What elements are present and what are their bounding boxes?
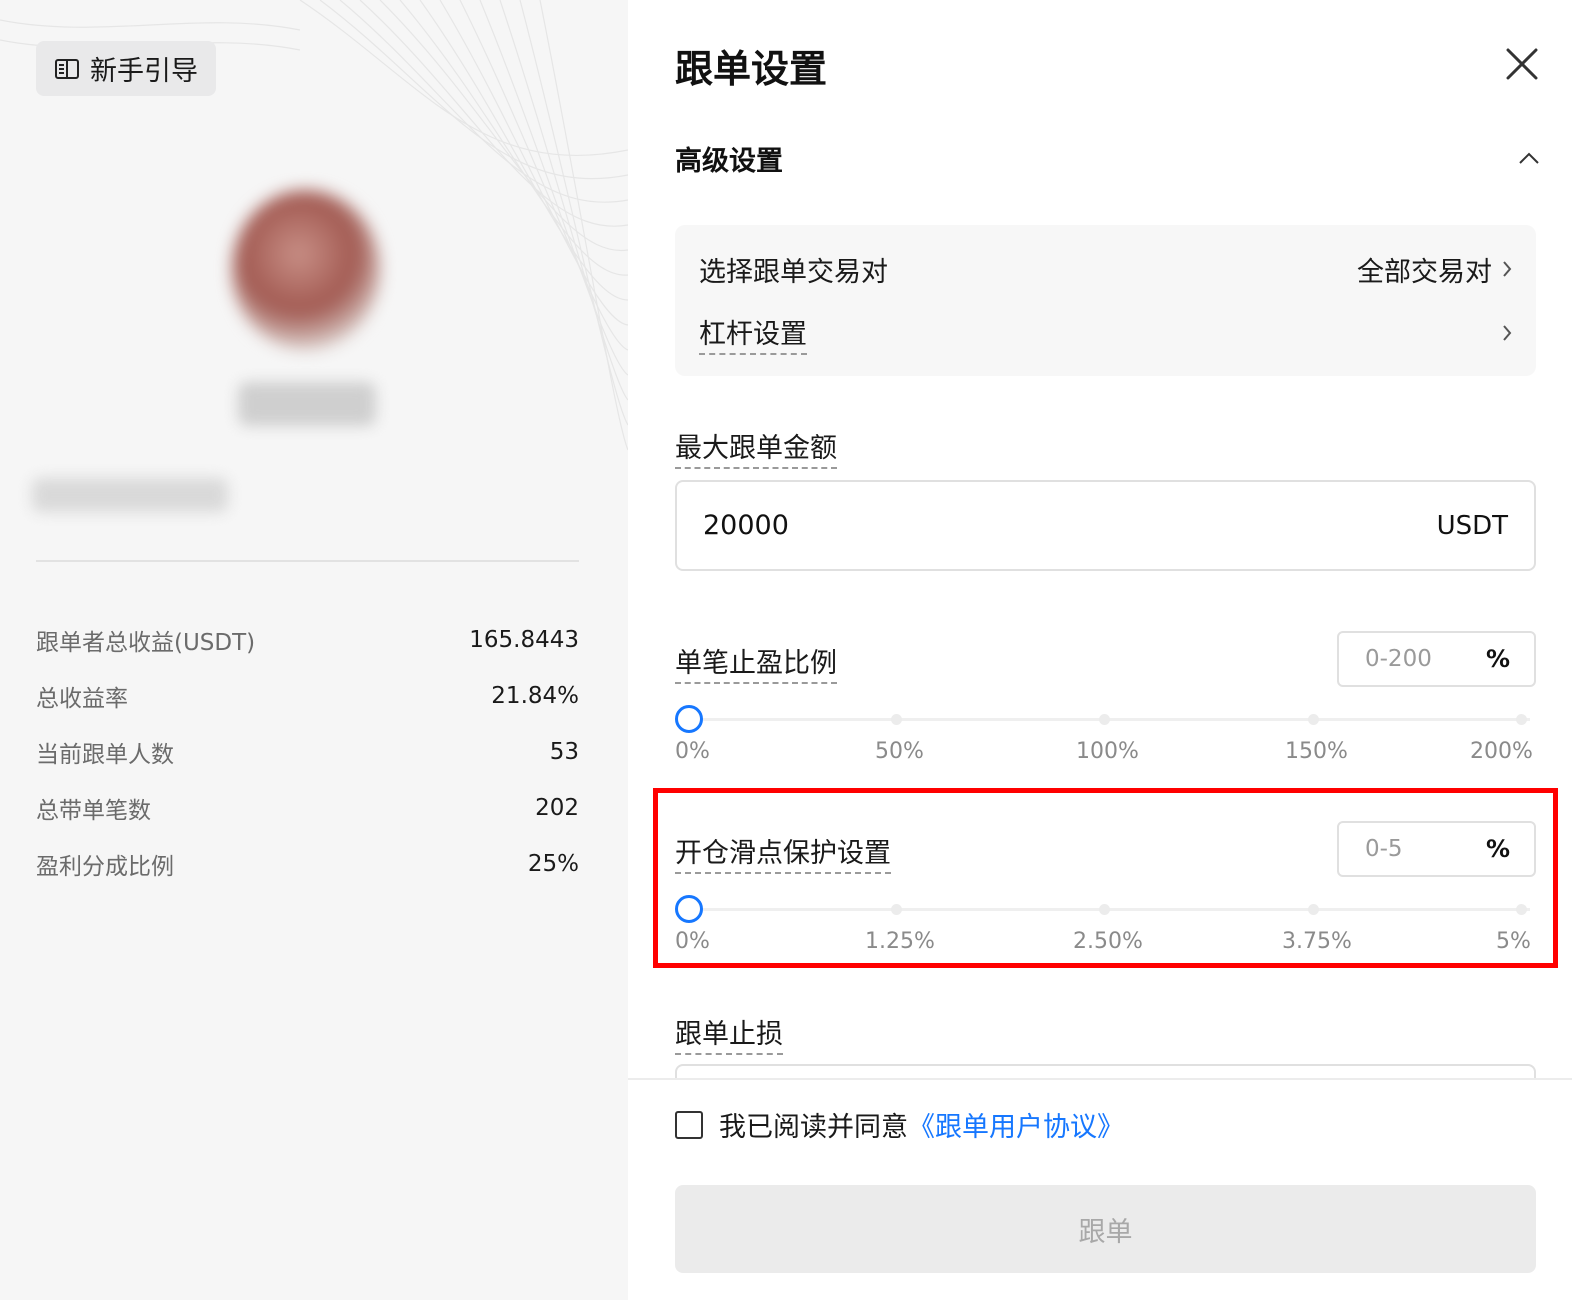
slider-mark	[1099, 904, 1110, 915]
tick-label: 0%	[675, 739, 710, 764]
tick-label: 100%	[1076, 739, 1139, 764]
agreement-row: 我已阅读并同意 《跟单用户协议》	[675, 1105, 1124, 1144]
stat-row-total-orders: 总带单笔数 202	[36, 780, 579, 836]
max-amount-value: 20000	[703, 510, 789, 541]
selected-trading-pair-value: 全部交易对	[1357, 256, 1492, 288]
slider-mark	[891, 904, 902, 915]
close-icon[interactable]	[1504, 46, 1540, 82]
stat-label: 跟单者总收益(USDT)	[36, 630, 256, 656]
take-profit-ticks: 0% 50% 100% 150% 200%	[675, 739, 1536, 769]
stat-value: 202	[535, 795, 579, 821]
max-amount-unit: USDT	[1436, 510, 1508, 541]
advanced-settings-box: 选择跟单交易对 全部交易对 杠杆设置	[675, 225, 1536, 376]
take-profit-placeholder: 0-200	[1365, 646, 1432, 672]
tick-label: 0%	[675, 929, 710, 954]
stat-value: 53	[549, 739, 579, 765]
take-profit-unit: %	[1485, 645, 1510, 673]
tick-label: 1.25%	[865, 929, 935, 954]
stop-loss-label: 跟单止损	[675, 1012, 783, 1055]
beginner-guide-button[interactable]: 新手引导	[36, 41, 216, 96]
stat-label: 总收益率	[36, 686, 128, 712]
stat-value: 25%	[527, 851, 579, 877]
slippage-protection-label: 开仓滑点保护设置	[675, 831, 891, 874]
slider-thumb[interactable]	[675, 705, 703, 733]
take-profit-label: 单笔止盈比例	[675, 641, 837, 684]
max-amount-label: 最大跟单金额	[675, 426, 837, 469]
tick-label: 50%	[875, 739, 924, 764]
slippage-slider[interactable]	[675, 893, 1536, 923]
stat-value: 21.84%	[491, 683, 579, 709]
stats-divider	[36, 560, 579, 562]
slider-mark	[1516, 904, 1527, 915]
stat-label: 总带单笔数	[36, 798, 151, 824]
stat-value: 165.8443	[469, 627, 579, 653]
stat-row-total-return: 总收益率 21.84%	[36, 668, 579, 724]
follow-trade-button[interactable]: 跟单	[675, 1185, 1536, 1273]
stat-label: 盈利分成比例	[36, 854, 174, 880]
slider-mark	[891, 714, 902, 725]
tick-label: 200%	[1470, 739, 1533, 764]
stat-row-followers: 当前跟单人数 53	[36, 724, 579, 780]
slider-mark	[1308, 714, 1319, 725]
chevron-right-icon	[1503, 261, 1512, 277]
take-profit-input[interactable]: 0-200 %	[1337, 631, 1536, 687]
agreement-text: 我已阅读并同意	[719, 1112, 908, 1143]
stat-label: 当前跟单人数	[36, 742, 174, 768]
trader-name-blurred	[238, 382, 376, 426]
trader-stats: 跟单者总收益(USDT) 165.8443 总收益率 21.84% 当前跟单人数…	[36, 612, 579, 892]
leverage-settings-label: 杠杆设置	[699, 312, 807, 355]
copy-trade-settings-drawer: 跟单设置 高级设置 选择跟单交易对 全部交易对 杠杆设置 最大跟单金额 2000…	[628, 0, 1572, 1300]
book-icon	[55, 58, 79, 79]
slippage-unit: %	[1485, 835, 1510, 863]
stop-loss-input[interactable]	[675, 1064, 1536, 1078]
slider-thumb[interactable]	[675, 895, 703, 923]
trader-avatar	[232, 190, 380, 350]
slippage-protection-input[interactable]: 0-5 %	[1337, 821, 1536, 877]
slippage-ticks: 0% 1.25% 2.50% 3.75% 5%	[675, 929, 1536, 959]
stat-row-profit-share: 盈利分成比例 25%	[36, 836, 579, 892]
chevron-up-icon	[1519, 152, 1539, 164]
slider-mark	[1516, 714, 1527, 725]
trader-profile-panel: 新手引导 跟单者总收益(USDT) 165.8443 总收益率 21.84% 当…	[0, 0, 628, 1300]
agreement-checkbox[interactable]	[675, 1110, 703, 1139]
chevron-right-icon	[1503, 325, 1512, 341]
drawer-title: 跟单设置	[675, 47, 828, 91]
slider-mark	[1099, 714, 1110, 725]
agreement-link[interactable]: 《跟单用户协议》	[908, 1105, 1124, 1144]
select-trading-pair-label: 选择跟单交易对	[699, 256, 888, 288]
trader-info-blurred	[32, 478, 228, 512]
leverage-settings-row[interactable]: 杠杆设置	[699, 312, 1512, 355]
advanced-settings-toggle[interactable]: 高级设置	[675, 138, 1540, 178]
footer-divider	[628, 1078, 1572, 1080]
select-trading-pair-row[interactable]: 选择跟单交易对 全部交易对	[699, 249, 1512, 289]
beginner-guide-label: 新手引导	[90, 56, 198, 87]
max-amount-input[interactable]: 20000 USDT	[675, 480, 1536, 571]
take-profit-slider[interactable]	[675, 703, 1536, 733]
tick-label: 3.75%	[1282, 929, 1352, 954]
tick-label: 150%	[1285, 739, 1348, 764]
slippage-placeholder: 0-5	[1365, 836, 1403, 862]
stat-row-total-profit: 跟单者总收益(USDT) 165.8443	[36, 612, 579, 668]
tick-label: 5%	[1496, 929, 1531, 954]
slider-mark	[1308, 904, 1319, 915]
advanced-settings-label: 高级设置	[675, 145, 783, 177]
tick-label: 2.50%	[1073, 929, 1143, 954]
